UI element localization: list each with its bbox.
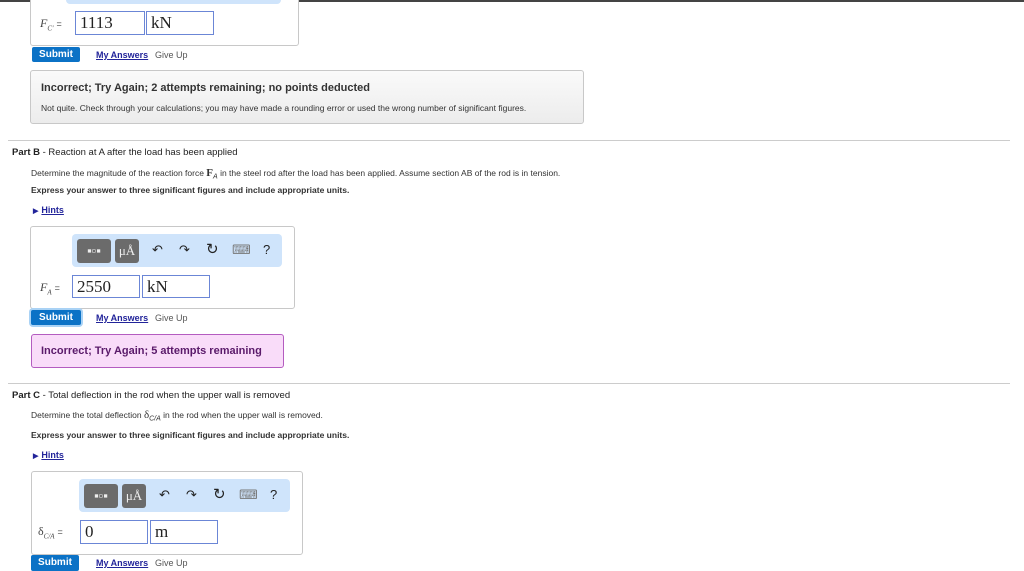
keyboard-icon[interactable]: ⌨ [239,487,258,503]
help-icon[interactable]: ? [270,487,277,502]
part-c-title: Part C - Total deflection in the rod whe… [12,390,291,401]
caret-right-icon: ▶ [33,453,39,460]
feedback-body: Not quite. Check through your calculatio… [41,103,527,113]
part-b-title: Part B - Reaction at A after the load ha… [12,147,238,158]
reset-icon[interactable]: ↻ [206,240,219,258]
redo-icon[interactable]: ↷ [186,487,197,503]
redo-icon[interactable]: ↷ [179,242,190,258]
units-button[interactable]: μÅ [115,239,139,263]
part-c-description: Determine the total deflection δC/A in t… [31,409,323,423]
part-c-toolbar: ▪▫▪ μÅ ↶ ↷ ↻ ⌨ ? [79,479,290,512]
feedback-title: Incorrect; Try Again; 2 attempts remaini… [41,82,371,94]
part-b-give-up-link[interactable]: Give Up [155,313,188,323]
part-a-give-up-link[interactable]: Give Up [155,50,188,60]
caret-right-icon: ▶ [33,208,39,215]
part-b-hints-toggle[interactable]: ▶ Hints [33,205,64,215]
part-b-my-answers-link[interactable]: My Answers [96,313,148,323]
part-c-unit-input[interactable]: m [150,520,218,544]
part-a-feedback-box: Incorrect; Try Again; 2 attempts remaini… [30,70,584,124]
feedback-title: Incorrect; Try Again; 5 attempts remaini… [41,345,262,357]
part-c-label: δC/A = [38,524,63,541]
templates-icon[interactable]: ▪▫▪ [77,239,111,263]
part-b-feedback-box: Incorrect; Try Again; 5 attempts remaini… [31,334,284,368]
part-a-value-input[interactable]: 1113 [75,11,145,35]
part-b-submit-button[interactable]: Submit [31,310,81,325]
part-b-unit-input[interactable]: kN [142,275,210,298]
part-a-my-answers-link[interactable]: My Answers [96,50,148,60]
help-icon[interactable]: ? [263,242,270,257]
part-a-toolbar [66,0,281,4]
units-button[interactable]: μÅ [122,484,146,508]
part-c-hints-toggle[interactable]: ▶ Hints [33,450,64,460]
divider [8,383,1010,384]
keyboard-icon[interactable]: ⌨ [232,242,251,258]
part-c-submit-button[interactable]: Submit [31,555,79,571]
part-a-label: FC' = [40,16,62,33]
divider [8,140,1010,141]
part-b-label: FA = [40,280,60,297]
templates-icon[interactable]: ▪▫▪ [84,484,118,508]
part-c-instructions: Express your answer to three significant… [31,430,350,440]
part-b-toolbar: ▪▫▪ μÅ ↶ ↷ ↻ ⌨ ? [72,234,282,267]
part-c-my-answers-link[interactable]: My Answers [96,558,148,568]
reset-icon[interactable]: ↻ [213,485,226,503]
part-b-description: Determine the magnitude of the reaction … [31,167,561,181]
part-a-unit-input[interactable]: kN [146,11,214,35]
undo-icon[interactable]: ↶ [152,242,163,258]
part-a-submit-button[interactable]: Submit [32,47,80,62]
undo-icon[interactable]: ↶ [159,487,170,503]
part-b-instructions: Express your answer to three significant… [31,185,350,195]
part-b-value-input[interactable]: 2550 [72,275,140,298]
part-c-value-input[interactable]: 0 [80,520,148,544]
part-c-give-up-link[interactable]: Give Up [155,558,188,568]
